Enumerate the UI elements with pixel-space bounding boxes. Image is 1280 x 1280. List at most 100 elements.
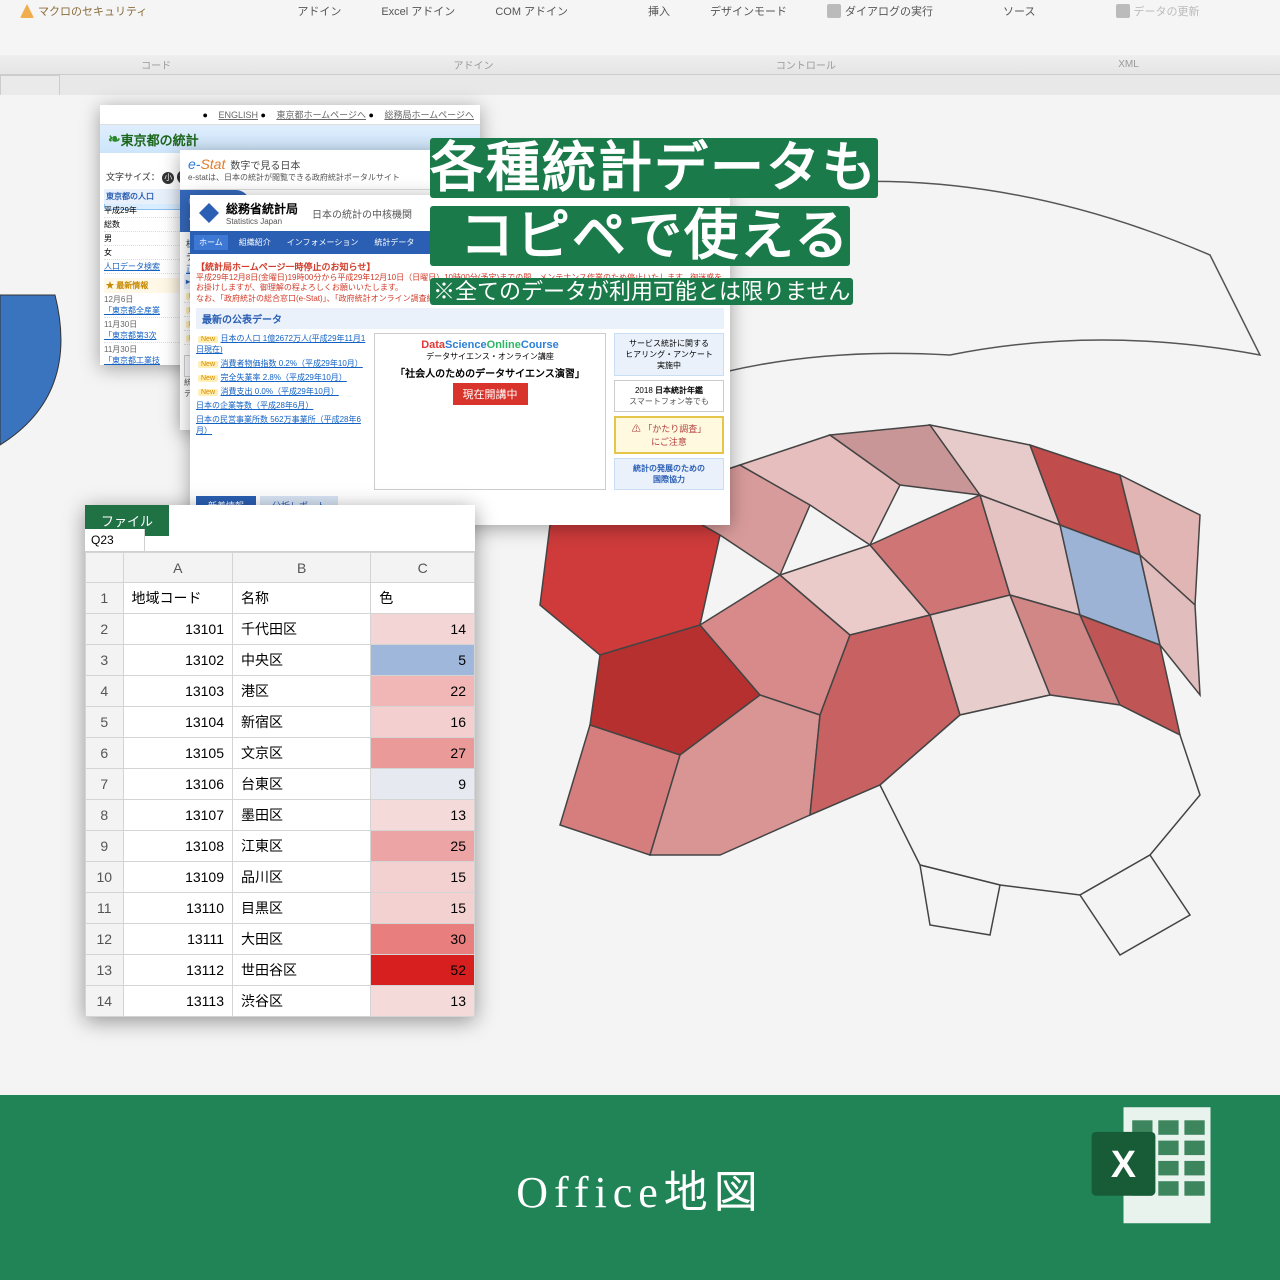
sb-nav-item[interactable]: ホーム xyxy=(194,235,228,250)
cell[interactable]: 13102 xyxy=(123,645,232,676)
recent-link[interactable]: 消費者物価指数 0.2%（平成29年10月） xyxy=(221,359,363,368)
cell[interactable]: 目黒区 xyxy=(233,893,371,924)
dsoc-banner[interactable]: DataScienceOnlineCourse データサイエンス・オンライン講座… xyxy=(374,333,606,490)
sb-yearbook[interactable]: 2018 日本統計年鑑 スマートフォン等でも xyxy=(614,380,724,412)
sb-recent-list: New 日本の人口 1億2672万人(平成29年11月1日現在)New 消費者物… xyxy=(196,333,366,490)
cell[interactable]: 品川区 xyxy=(233,862,371,893)
recent-link[interactable]: 日本の民営事業所数 562万事業所（平成28年6月） xyxy=(196,415,361,435)
cell[interactable]: 14 xyxy=(371,614,475,645)
cell[interactable]: 15 xyxy=(371,893,475,924)
cell[interactable]: 25 xyxy=(371,831,475,862)
cell[interactable]: 13108 xyxy=(123,831,232,862)
sb-service-box[interactable]: サービス統計に関する ヒアリング・アンケート 実施中 xyxy=(614,333,724,376)
cell[interactable]: 13 xyxy=(371,800,475,831)
cell[interactable]: 千代田区 xyxy=(233,614,371,645)
cell[interactable]: 27 xyxy=(371,738,475,769)
row-header[interactable]: 12 xyxy=(86,924,124,955)
name-box[interactable]: Q23 xyxy=(85,529,145,551)
cell[interactable]: 中央区 xyxy=(233,645,371,676)
row-header[interactable]: 13 xyxy=(86,955,124,986)
font-small-button[interactable]: 小 xyxy=(162,172,174,184)
source-button[interactable]: ソース xyxy=(1003,3,1035,19)
shot1-top-links: ● ENGLISH ● 東京都ホームページへ ● 総務局ホームページへ xyxy=(100,105,480,125)
row-header[interactable]: 6 xyxy=(86,738,124,769)
cell[interactable]: 5 xyxy=(371,645,475,676)
cell[interactable]: 30 xyxy=(371,924,475,955)
dsoc-open-button[interactable]: 現在開講中 xyxy=(453,383,528,405)
cell[interactable]: 52 xyxy=(371,955,475,986)
cell[interactable]: 新宿区 xyxy=(233,707,371,738)
addin-button[interactable]: アドイン xyxy=(297,3,341,19)
row-header[interactable]: 11 xyxy=(86,893,124,924)
dsoc-p4: Course xyxy=(521,339,559,351)
cell[interactable]: 13110 xyxy=(123,893,232,924)
row-header[interactable]: 7 xyxy=(86,769,124,800)
cell[interactable]: 13113 xyxy=(123,986,232,1017)
run-dialog-button[interactable]: ダイアログの実行 xyxy=(827,3,933,19)
cell[interactable]: 名称 xyxy=(233,583,371,614)
cell[interactable]: 13109 xyxy=(123,862,232,893)
cell[interactable]: 色 xyxy=(371,583,475,614)
recent-link[interactable]: 消費支出 0.0%（平成29年10月） xyxy=(221,387,339,396)
cell[interactable]: 地域コード xyxy=(123,583,232,614)
cell[interactable]: 9 xyxy=(371,769,475,800)
link-english[interactable]: ENGLISH xyxy=(218,110,258,120)
col-header-c[interactable]: C xyxy=(371,553,475,583)
row-header[interactable]: 8 xyxy=(86,800,124,831)
cell[interactable]: 港区 xyxy=(233,676,371,707)
cell[interactable]: 22 xyxy=(371,676,475,707)
cell[interactable]: 文京区 xyxy=(233,738,371,769)
cell[interactable]: 13107 xyxy=(123,800,232,831)
cell[interactable]: 16 xyxy=(371,707,475,738)
cell[interactable]: 台東区 xyxy=(233,769,371,800)
row-header[interactable]: 10 xyxy=(86,862,124,893)
row-header[interactable]: 3 xyxy=(86,645,124,676)
sb-coop-box[interactable]: 統計の発展のための 国際協力 xyxy=(614,458,724,490)
cell[interactable]: 13103 xyxy=(123,676,232,707)
cell[interactable]: 15 xyxy=(371,862,475,893)
recent-link[interactable]: 日本の人口 1億2672万人(平成29年11月1日現在) xyxy=(196,334,365,354)
cell[interactable]: 13111 xyxy=(123,924,232,955)
cell[interactable]: 江東区 xyxy=(233,831,371,862)
recent-link[interactable]: 完全失業率 2.8%（平成29年10月） xyxy=(221,373,347,382)
excel-addin-button[interactable]: Excel アドイン xyxy=(381,3,455,19)
sb-nav-item[interactable]: 統計データ xyxy=(369,235,419,250)
cell[interactable]: 13112 xyxy=(123,955,232,986)
cell[interactable]: 13105 xyxy=(123,738,232,769)
cell[interactable]: 13101 xyxy=(123,614,232,645)
news-link[interactable]: 「東京都全産業 xyxy=(104,306,160,315)
row-header[interactable]: 14 xyxy=(86,986,124,1017)
cell[interactable]: 世田谷区 xyxy=(233,955,371,986)
select-all-corner[interactable] xyxy=(86,553,124,583)
nenkan-sub: スマートフォン等でも xyxy=(629,397,709,406)
row-header[interactable]: 4 xyxy=(86,676,124,707)
news-link[interactable]: 「東京都第3次 xyxy=(104,331,156,340)
design-mode-button[interactable]: デザインモード xyxy=(710,3,787,19)
row-header[interactable]: 1 xyxy=(86,583,124,614)
com-addin-button[interactable]: COM アドイン xyxy=(495,3,568,19)
insert-button[interactable]: 挿入 xyxy=(648,3,670,19)
cell[interactable]: 13106 xyxy=(123,769,232,800)
cell[interactable]: 13 xyxy=(371,986,475,1017)
group-code: コード xyxy=(141,57,171,72)
cell[interactable]: 墨田区 xyxy=(233,800,371,831)
refresh-data-button[interactable]: データの更新 xyxy=(1116,3,1200,19)
news-link[interactable]: 「東京都工業技 xyxy=(104,356,160,365)
row-header[interactable]: 2 xyxy=(86,614,124,645)
cell[interactable]: 大田区 xyxy=(233,924,371,955)
sb-warn-box[interactable]: ⚠ 「かたり調査」 にご注意 xyxy=(614,416,724,454)
row-header[interactable]: 9 xyxy=(86,831,124,862)
col-header-b[interactable]: B xyxy=(233,553,371,583)
col-header-a[interactable]: A xyxy=(123,553,232,583)
link-tokyo-hp[interactable]: 東京都ホームページへ xyxy=(276,110,366,120)
macro-security-button[interactable]: マクロのセキュリティ xyxy=(20,3,147,19)
row-header[interactable]: 5 xyxy=(86,707,124,738)
cell[interactable]: 渋谷区 xyxy=(233,986,371,1017)
sb-nav-item[interactable]: 組織紹介 xyxy=(234,235,276,250)
cell[interactable]: 13104 xyxy=(123,707,232,738)
recent-link[interactable]: 日本の企業等数（平成28年6月） xyxy=(196,401,313,410)
headline-sub: ※全てのデータが利用可能とは限りません xyxy=(430,278,853,305)
sb-nav-item[interactable]: インフォメーション xyxy=(282,235,364,250)
estat-tag1: 数字で見る日本 xyxy=(230,161,300,172)
link-somu-hp[interactable]: 総務局ホームページへ xyxy=(384,110,474,120)
